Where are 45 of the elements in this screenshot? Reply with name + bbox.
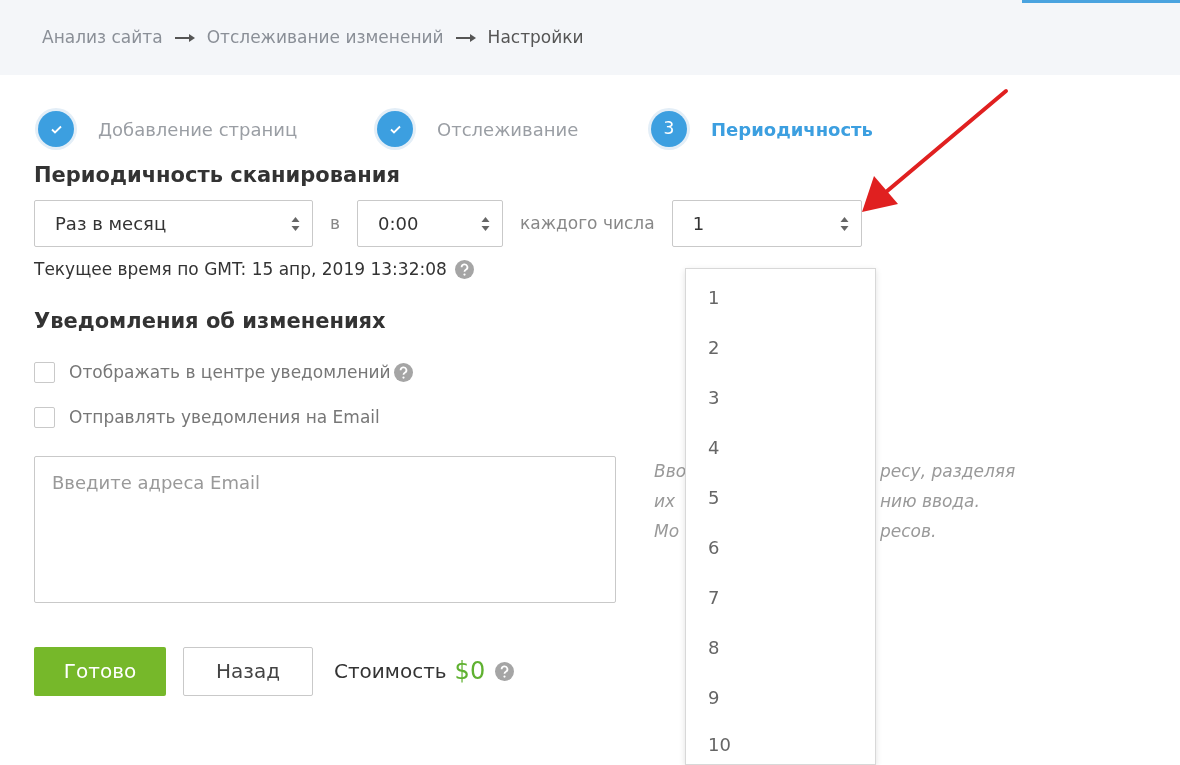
email-field[interactable]: Введите адреса Email bbox=[34, 455, 616, 603]
back-button[interactable]: Назад bbox=[183, 646, 313, 696]
dropdown-option[interactable]: 4 bbox=[686, 422, 875, 472]
dropdown-option[interactable]: 10 bbox=[686, 722, 875, 764]
day-label: каждого числа bbox=[520, 211, 655, 235]
dropdown-option[interactable]: 8 bbox=[686, 622, 875, 672]
arrow-right-icon bbox=[455, 32, 476, 43]
breadcrumb-link[interactable]: Анализ сайта bbox=[42, 24, 163, 51]
cost-label: Стоимость bbox=[334, 658, 447, 686]
hint-text: Вво bbox=[654, 460, 687, 481]
time-select[interactable]: 0:00 bbox=[357, 200, 504, 248]
up-down-icon bbox=[481, 215, 491, 232]
hint-text: ресу, разделяя bbox=[880, 459, 1016, 483]
at-label: в bbox=[330, 211, 341, 235]
step-label: Отслеживание bbox=[437, 117, 579, 142]
step-label: Добавление страниц bbox=[98, 117, 298, 142]
up-down-icon bbox=[291, 215, 300, 232]
dropdown-option[interactable]: 2 bbox=[686, 322, 875, 372]
up-down-icon bbox=[839, 215, 849, 232]
dropdown-option[interactable]: 1 bbox=[686, 272, 875, 322]
dropdown-option[interactable]: 9 bbox=[686, 672, 875, 722]
hint-text: нию ввода. bbox=[880, 489, 980, 513]
hint-text: их bbox=[654, 490, 676, 511]
checkbox[interactable] bbox=[34, 361, 55, 383]
check-circle-icon bbox=[38, 111, 74, 147]
checkbox[interactable] bbox=[34, 406, 55, 428]
dropdown-option[interactable]: 6 bbox=[686, 522, 875, 572]
dropdown-option[interactable]: 3 bbox=[686, 372, 875, 422]
step-label: Периодичность bbox=[711, 117, 873, 142]
checkbox-label: Отображать в центре уведомлений bbox=[69, 360, 391, 384]
current-time-text: Текущее время по GMT: 15 апр, 2019 13:32:08 bbox=[34, 258, 447, 282]
section-heading: Периодичность сканирования bbox=[34, 163, 401, 189]
hint-text: Мо bbox=[654, 520, 680, 541]
cost-value: $0 bbox=[454, 656, 486, 688]
step-number: 3 bbox=[651, 111, 687, 147]
checkbox-label: Отправлять уведомления на Email bbox=[69, 405, 380, 429]
dropdown-option[interactable]: 5 bbox=[686, 472, 875, 522]
breadcrumb-link[interactable]: Отслеживание изменений bbox=[206, 24, 444, 51]
check-circle-icon bbox=[377, 111, 413, 147]
arrow-right-icon bbox=[174, 32, 195, 43]
section-heading: Уведомления об изменениях bbox=[34, 308, 387, 334]
day-select[interactable]: 1 bbox=[671, 200, 862, 248]
dropdown-option[interactable]: 7 bbox=[686, 572, 875, 622]
frequency-select[interactable]: Раз в месяц bbox=[34, 200, 313, 248]
hint-text: ресов. bbox=[880, 519, 937, 543]
